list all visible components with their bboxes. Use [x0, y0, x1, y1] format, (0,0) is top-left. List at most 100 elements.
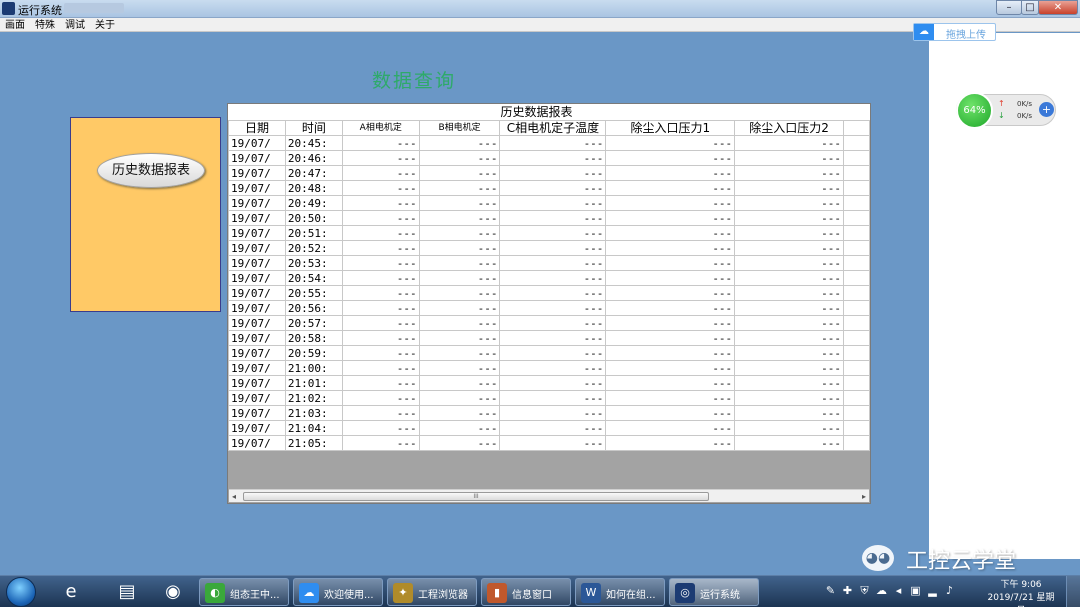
scroll-left-icon[interactable]: ◂ [232, 490, 236, 503]
table-row: 19/07/20:56: --- --- --- --- --- [228, 300, 870, 316]
chrome-icon[interactable]: ◉ [154, 579, 192, 605]
table-cell: 20:53: [284, 255, 343, 271]
table-cell: 20:58: [284, 330, 343, 346]
table-cell: --- [605, 420, 736, 436]
network-speed-widget[interactable]: 64% ↑ 0K/s ↓ 0K/s + [956, 92, 1056, 129]
memory-usage-ball[interactable]: 64% [956, 92, 993, 129]
arrow-icon[interactable]: ◂ [890, 584, 907, 597]
clock[interactable]: 下午 9:06 2019/7/21 星期日 [985, 579, 1057, 607]
table-row: 19/07/20:58: --- --- --- --- --- [228, 330, 870, 346]
start-button[interactable] [6, 577, 36, 607]
column-header[interactable]: A相电机定 [341, 120, 420, 136]
history-report-button[interactable]: 历史数据报表 [97, 153, 205, 188]
table-cell: --- [341, 225, 420, 241]
table-cell: --- [499, 345, 607, 361]
taskbar-button[interactable]: ◐ 组态王中... [199, 578, 289, 606]
table-cell [843, 210, 870, 226]
maximize-button[interactable]: □ [1021, 0, 1039, 15]
table-cell [843, 195, 870, 211]
taskbar-button[interactable]: ◎ 运行系统 [669, 578, 759, 606]
table-cell: --- [341, 420, 420, 436]
menu-screen[interactable]: 画面 [0, 19, 30, 33]
folder-icon[interactable]: ▤ [108, 579, 146, 605]
menu-special[interactable]: 特殊 [30, 19, 60, 33]
table-cell: 20:46: [284, 150, 343, 166]
close-button[interactable]: ✕ [1038, 0, 1078, 15]
table-cell: --- [605, 345, 736, 361]
table-cell: --- [341, 330, 420, 346]
watermark-text: 工控云学堂 [906, 549, 1017, 574]
table-cell [843, 330, 870, 346]
signal-icon[interactable]: ▂ [924, 584, 941, 597]
table-cell: --- [499, 240, 607, 256]
table-cell [843, 315, 870, 331]
taskbar-button-label: 欢迎使用... [324, 590, 374, 601]
column-header[interactable]: C相电机定子温度 [499, 120, 607, 136]
table-cell: 20:56: [284, 300, 343, 316]
table-cell: --- [605, 330, 736, 346]
table-cell: --- [418, 270, 501, 286]
table-cell: --- [341, 345, 420, 361]
plus-icon[interactable]: + [1039, 102, 1054, 117]
shield-icon[interactable]: ⛨ [856, 584, 873, 598]
column-header[interactable]: 除尘入口压力1 [605, 120, 736, 136]
table-cell: --- [499, 360, 607, 376]
table-cell: --- [341, 435, 420, 451]
taskbar-button-label: 信息窗口 [512, 590, 552, 601]
show-desktop-button[interactable] [1066, 576, 1080, 607]
table-cell [843, 360, 870, 376]
scroll-thumb[interactable]: III [243, 492, 709, 501]
pen-icon[interactable]: ✎ [822, 584, 839, 597]
table-cell: 19/07/ [228, 390, 286, 406]
table-cell: 20:47: [284, 165, 343, 181]
table-cell: --- [341, 315, 420, 331]
drag-upload-button[interactable]: ☁ 拖拽上传 [913, 23, 996, 41]
table-cell: 20:45: [284, 135, 343, 151]
menu-debug[interactable]: 调试 [60, 19, 90, 33]
table-cell [843, 375, 870, 391]
taskbar-button[interactable]: ▮ 信息窗口 [481, 578, 571, 606]
table-cell [843, 255, 870, 271]
column-header[interactable] [843, 120, 870, 136]
column-header[interactable]: 时间 [284, 120, 343, 136]
table-cell: --- [418, 240, 501, 256]
plus-icon[interactable]: ✚ [839, 584, 856, 597]
table-cell: --- [341, 300, 420, 316]
column-header[interactable]: B相电机定 [418, 120, 501, 136]
scroll-right-icon[interactable]: ▸ [862, 490, 866, 503]
menu-about[interactable]: 关于 [90, 19, 120, 33]
cloud-icon[interactable]: ☁ [873, 584, 890, 597]
column-header[interactable]: 除尘入口压力2 [734, 120, 845, 136]
table-cell [843, 405, 870, 421]
table-cell: --- [499, 435, 607, 451]
download-arrow-icon: ↓ [998, 111, 1005, 120]
table-cell: 19/07/ [228, 165, 286, 181]
table-cell: --- [418, 405, 501, 421]
volume-icon[interactable]: ♪ [941, 584, 958, 597]
table-cell: 19/07/ [228, 150, 286, 166]
monitor-icon[interactable]: ▣ [907, 584, 924, 597]
table-cell: --- [734, 360, 845, 376]
taskbar-button[interactable]: ☁ 欢迎使用... [293, 578, 383, 606]
table-cell: 19/07/ [228, 135, 286, 151]
table-cell: --- [499, 255, 607, 271]
table-cell: --- [499, 270, 607, 286]
table-cell: --- [341, 150, 420, 166]
ie-icon[interactable]: e [52, 579, 90, 605]
taskbar-button[interactable]: ✦ 工程浏览器 [387, 578, 477, 606]
table-cell: 19/07/ [228, 300, 286, 316]
table-cell: --- [734, 330, 845, 346]
table-cell: --- [605, 150, 736, 166]
taskbar-button[interactable]: W 如何在组... [575, 578, 665, 606]
table-cell: 20:59: [284, 345, 343, 361]
column-header[interactable]: 日期 [228, 120, 286, 136]
table-cell [843, 390, 870, 406]
table-cell [843, 285, 870, 301]
horizontal-scrollbar[interactable]: ◂ III ▸ [229, 489, 869, 502]
minimize-button[interactable]: – [996, 0, 1022, 15]
table-cell: --- [341, 210, 420, 226]
table-cell: --- [499, 165, 607, 181]
table-row: 19/07/20:45: --- --- --- --- --- [228, 135, 870, 151]
table-cell: --- [341, 390, 420, 406]
baidu-netdisk-icon: ☁ [299, 583, 319, 603]
